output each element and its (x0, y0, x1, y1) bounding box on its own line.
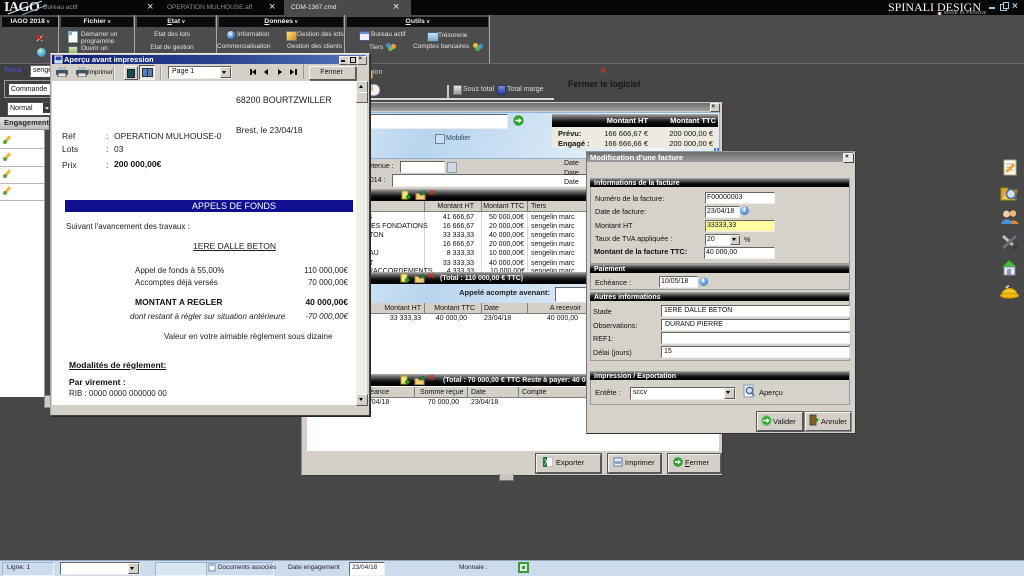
svg-text:X: X (544, 458, 550, 467)
